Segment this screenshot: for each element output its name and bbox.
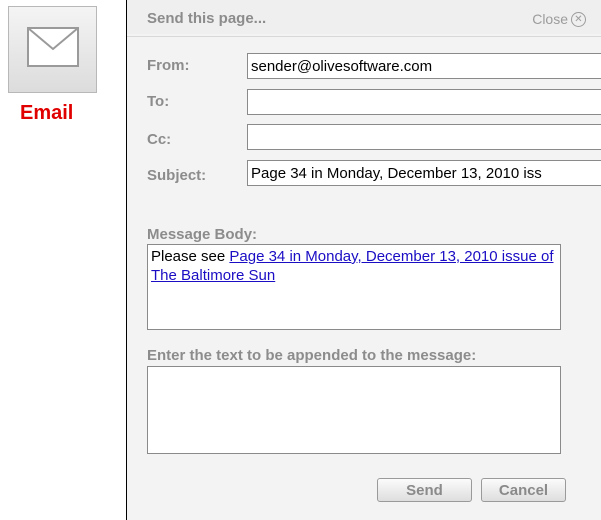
from-field[interactable]	[247, 53, 601, 79]
subject-field[interactable]	[247, 160, 601, 186]
email-button[interactable]	[8, 6, 97, 93]
message-body-prefix: Please see	[151, 248, 230, 265]
close-icon: ✕	[571, 11, 586, 27]
to-label: To:	[147, 93, 170, 110]
cc-field[interactable]	[247, 124, 601, 150]
to-field[interactable]	[247, 89, 601, 115]
envelope-icon	[27, 27, 79, 67]
from-label: From:	[147, 57, 190, 74]
send-button[interactable]: Send	[377, 478, 472, 502]
cancel-button[interactable]: Cancel	[481, 478, 566, 502]
cc-label: Cc:	[147, 131, 172, 148]
subject-label: Subject:	[147, 167, 207, 184]
message-body-label: Message Body:	[147, 226, 258, 243]
email-label: Email	[20, 102, 74, 124]
message-body-box[interactable]: Please see Page 34 in Monday, December 1…	[147, 244, 561, 330]
append-text-label: Enter the text to be appended to the mes…	[147, 347, 477, 364]
send-page-dialog: Send this page... Close ✕ From: To: Cc: …	[126, 0, 601, 520]
dialog-titlebar: Send this page... Close ✕	[127, 0, 601, 34]
append-text-input[interactable]	[147, 366, 561, 454]
close-button[interactable]: Close ✕	[532, 11, 586, 27]
dialog-title: Send this page...	[147, 10, 267, 27]
close-label: Close	[532, 11, 568, 27]
title-divider	[127, 36, 601, 37]
